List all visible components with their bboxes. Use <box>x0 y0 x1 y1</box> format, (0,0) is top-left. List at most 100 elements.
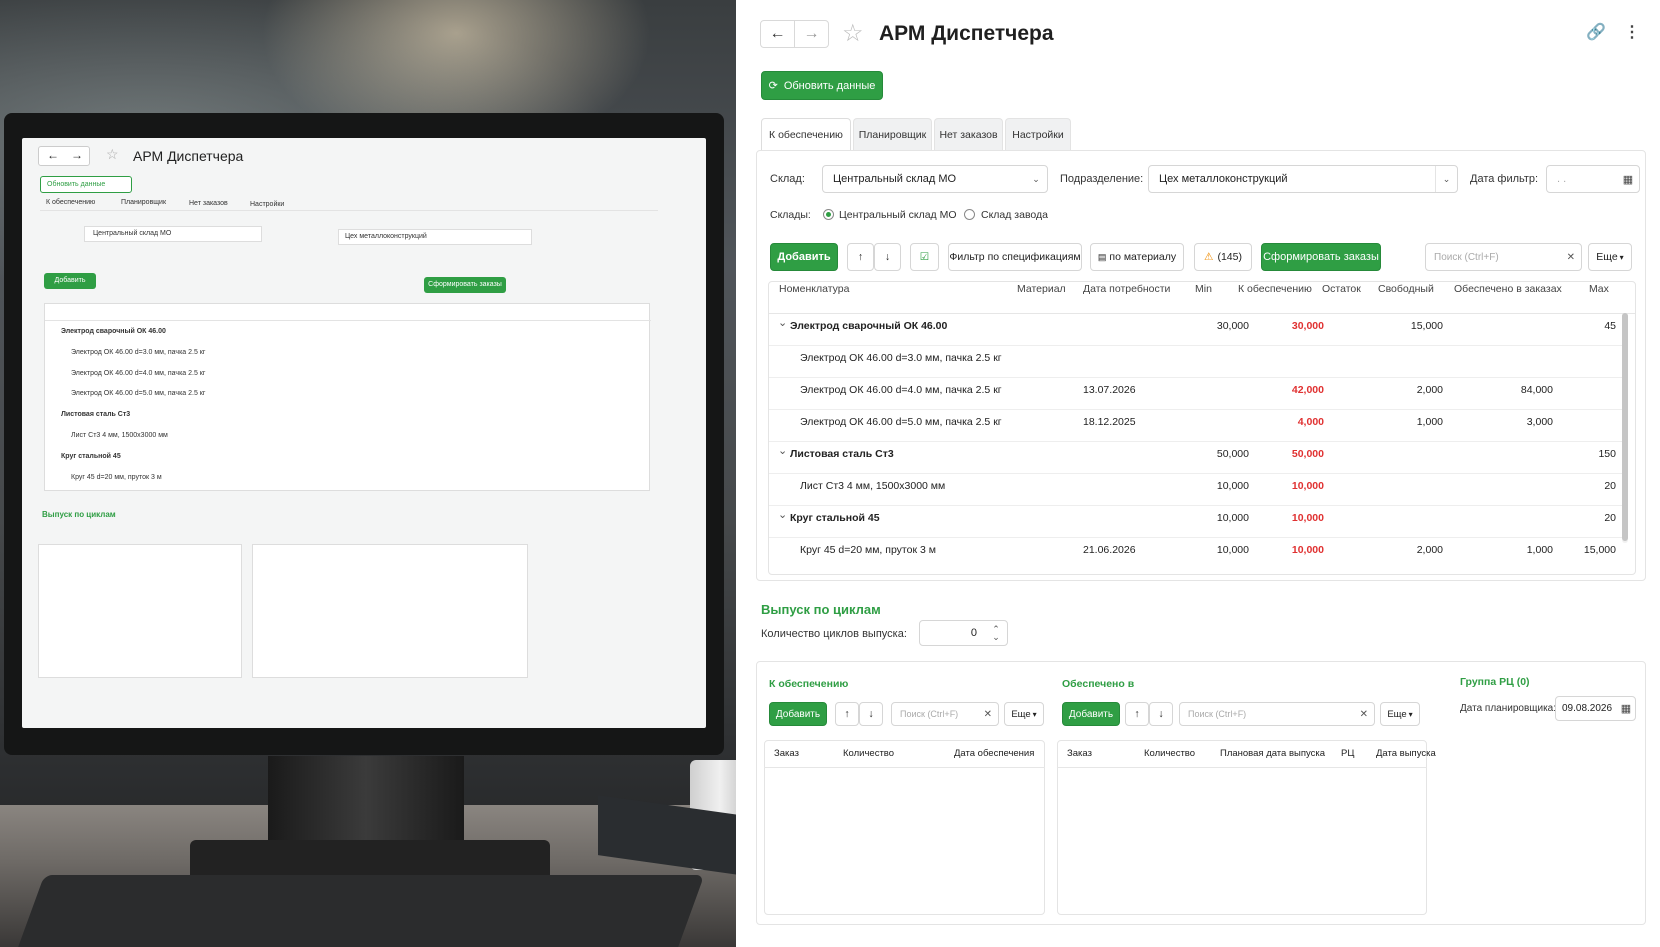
col-header[interactable]: Количество <box>1144 748 1195 759</box>
tab-provision[interactable]: К обеспечению <box>761 118 851 150</box>
filter-spec-button[interactable]: Фильтр по спецификациям <box>948 243 1082 271</box>
arrow-down-icon: ↓ <box>868 708 874 720</box>
cycles-count-value: 0 <box>970 627 977 639</box>
supplied-add-button[interactable]: Добавить <box>1062 702 1120 726</box>
planner-date-value: 09.08.2026 <box>1562 703 1613 714</box>
division-select[interactable]: Цех металлоконструкций ⌄ <box>1148 165 1458 193</box>
close-icon[interactable]: ✕ <box>1360 709 1368 720</box>
link-icon[interactable]: 🔗 <box>1586 22 1606 42</box>
forward-button[interactable]: → <box>794 20 829 48</box>
division-label: Подразделение: <box>1060 173 1144 185</box>
tab-label: Настройки <box>1012 128 1064 141</box>
planner-date-label: Дата планировщика: <box>1460 703 1557 714</box>
cycles-count-stepper[interactable]: 0 ⌃ ⌄ <box>919 620 1008 646</box>
tab-label: Нет заказов <box>939 128 998 141</box>
col-header[interactable]: Остаток <box>1322 283 1361 295</box>
star-icon[interactable]: ☆ <box>842 19 864 48</box>
division-value: Цех металлоконструкций <box>1159 173 1288 185</box>
cell-min: 10,000 <box>1216 544 1249 556</box>
mini-tab: Нет заказов <box>189 200 228 207</box>
row-name: Лист Ст3 4 мм, 1500x3000 мм <box>800 480 946 492</box>
supplied-more-button[interactable]: Еще ▾ <box>1380 702 1420 726</box>
col-header[interactable]: Заказ <box>1067 748 1092 759</box>
more-label: Еще <box>1596 251 1618 263</box>
row-name: Электрод ОК 46.00 d=4.0 мм, пачка 2.5 кг <box>800 384 1002 396</box>
arrow-left-icon: ← <box>769 25 786 42</box>
search-input[interactable]: Поиск (Ctrl+F) ✕ <box>1425 243 1582 271</box>
provision-more-button[interactable]: Еще ▾ <box>1004 702 1044 726</box>
table-row[interactable] <box>769 441 1622 473</box>
move-up-button[interactable]: ↑ <box>847 243 874 271</box>
cell-min: 30,000 <box>1216 320 1249 332</box>
col-header[interactable]: Материал <box>1017 283 1066 295</box>
cell-max: 45 <box>1604 320 1616 332</box>
row-name: Электрод ОК 46.00 d=3.0 мм, пачка 2.5 кг <box>800 352 1002 364</box>
monitor-photo: ← → ☆ АРМ Диспетчера Обновить данные К об… <box>0 0 736 947</box>
back-button[interactable]: ← <box>760 20 795 48</box>
col-header[interactable]: Заказ <box>774 748 799 759</box>
arrow-right-icon: → <box>803 25 820 42</box>
chevron-down-icon[interactable]: ⌄ <box>778 508 787 521</box>
more-button[interactable]: Еще ▾ <box>1588 243 1632 271</box>
col-header[interactable]: Номенклатура <box>779 283 849 295</box>
provision-search[interactable]: Поиск (Ctrl+F) ✕ <box>891 702 999 726</box>
checkbox-button[interactable]: ☑ <box>910 243 939 271</box>
planner-date-input[interactable]: 09.08.2026 ▦ <box>1555 696 1636 721</box>
more-vertical-icon[interactable]: ⋮ <box>1624 22 1640 42</box>
chevron-down-icon: ⌄ <box>1435 166 1457 192</box>
col-header[interactable]: Количество <box>843 748 894 759</box>
page-title: АРМ Диспетчера <box>879 22 1054 45</box>
chevron-down-icon[interactable]: ⌄ <box>778 444 787 457</box>
col-header[interactable]: РЦ <box>1341 748 1354 759</box>
chevron-down-icon[interactable]: ⌄ <box>778 316 787 329</box>
table-row[interactable] <box>769 505 1622 537</box>
supplied-search[interactable]: Поиск (Ctrl+F) ✕ <box>1179 702 1375 726</box>
close-icon[interactable]: ✕ <box>1567 252 1575 263</box>
col-header[interactable]: Min <box>1195 283 1212 295</box>
tab-settings[interactable]: Настройки <box>1005 118 1071 150</box>
tab-planner[interactable]: Планировщик <box>853 118 932 150</box>
form-orders-button[interactable]: Сформировать заказы <box>1261 243 1381 271</box>
radio-plant[interactable] <box>964 209 975 220</box>
arrow-up-icon: ↑ <box>844 708 850 720</box>
warnings-button[interactable]: ⚠ (145) <box>1194 243 1252 271</box>
mini-star-icon: ☆ <box>106 146 119 162</box>
row-name: Листовая сталь Ст3 <box>790 448 894 460</box>
rc-group-title: Группа РЦ (0) <box>1460 676 1530 688</box>
date-filter-input[interactable]: . . ▦ <box>1546 165 1640 193</box>
provision-down-button[interactable]: ↓ <box>859 702 883 726</box>
provision-add-button[interactable]: Добавить <box>769 702 827 726</box>
radio-central[interactable] <box>823 209 834 220</box>
col-header[interactable]: К обеспечению <box>1238 283 1312 295</box>
arrow-up-icon: ↑ <box>1134 708 1140 720</box>
supplied-down-button[interactable]: ↓ <box>1149 702 1173 726</box>
col-header[interactable]: Дата выпуска <box>1376 748 1436 759</box>
tab-no-orders[interactable]: Нет заказов <box>934 118 1003 150</box>
mini-nav-buttons: ← → <box>38 146 90 166</box>
col-header[interactable]: Дата обеспечения <box>954 748 1034 759</box>
col-header[interactable]: Max <box>1589 283 1609 295</box>
chevron-down-icon: ▾ <box>1032 709 1037 719</box>
col-header[interactable]: Обеспечено в заказах <box>1454 283 1562 295</box>
refresh-button[interactable]: ⟳ Обновить данные <box>761 71 883 100</box>
close-icon[interactable]: ✕ <box>984 709 992 720</box>
col-header[interactable]: Дата потребности <box>1083 283 1170 295</box>
date-filter-value: . . <box>1557 173 1567 185</box>
warehouse-select[interactable]: Центральный склад МО ⌄ <box>822 165 1048 193</box>
mini-add: Добавить <box>44 273 96 289</box>
move-down-button[interactable]: ↓ <box>874 243 901 271</box>
calendar-icon[interactable]: ▦ <box>1617 697 1635 720</box>
cell-ordered: 1,000 <box>1526 544 1553 556</box>
mini-bottom-mid <box>252 544 528 678</box>
mini-refresh: Обновить данные <box>40 176 132 193</box>
calendar-icon[interactable]: ▦ <box>1617 166 1639 192</box>
row-name: Круг 45 d=20 мм, пруток 3 м <box>800 544 936 556</box>
col-header[interactable]: Плановая дата выпуска <box>1220 748 1325 759</box>
col-header[interactable]: Свободный <box>1378 283 1434 295</box>
stepper-arrows-icon[interactable]: ⌃ ⌄ <box>985 621 1007 645</box>
provision-up-button[interactable]: ↑ <box>835 702 859 726</box>
add-button[interactable]: Добавить <box>770 243 838 271</box>
table-scrollbar[interactable] <box>1622 313 1628 543</box>
by-material-button[interactable]: ▤ по материалу <box>1090 243 1184 271</box>
supplied-up-button[interactable]: ↑ <box>1125 702 1149 726</box>
